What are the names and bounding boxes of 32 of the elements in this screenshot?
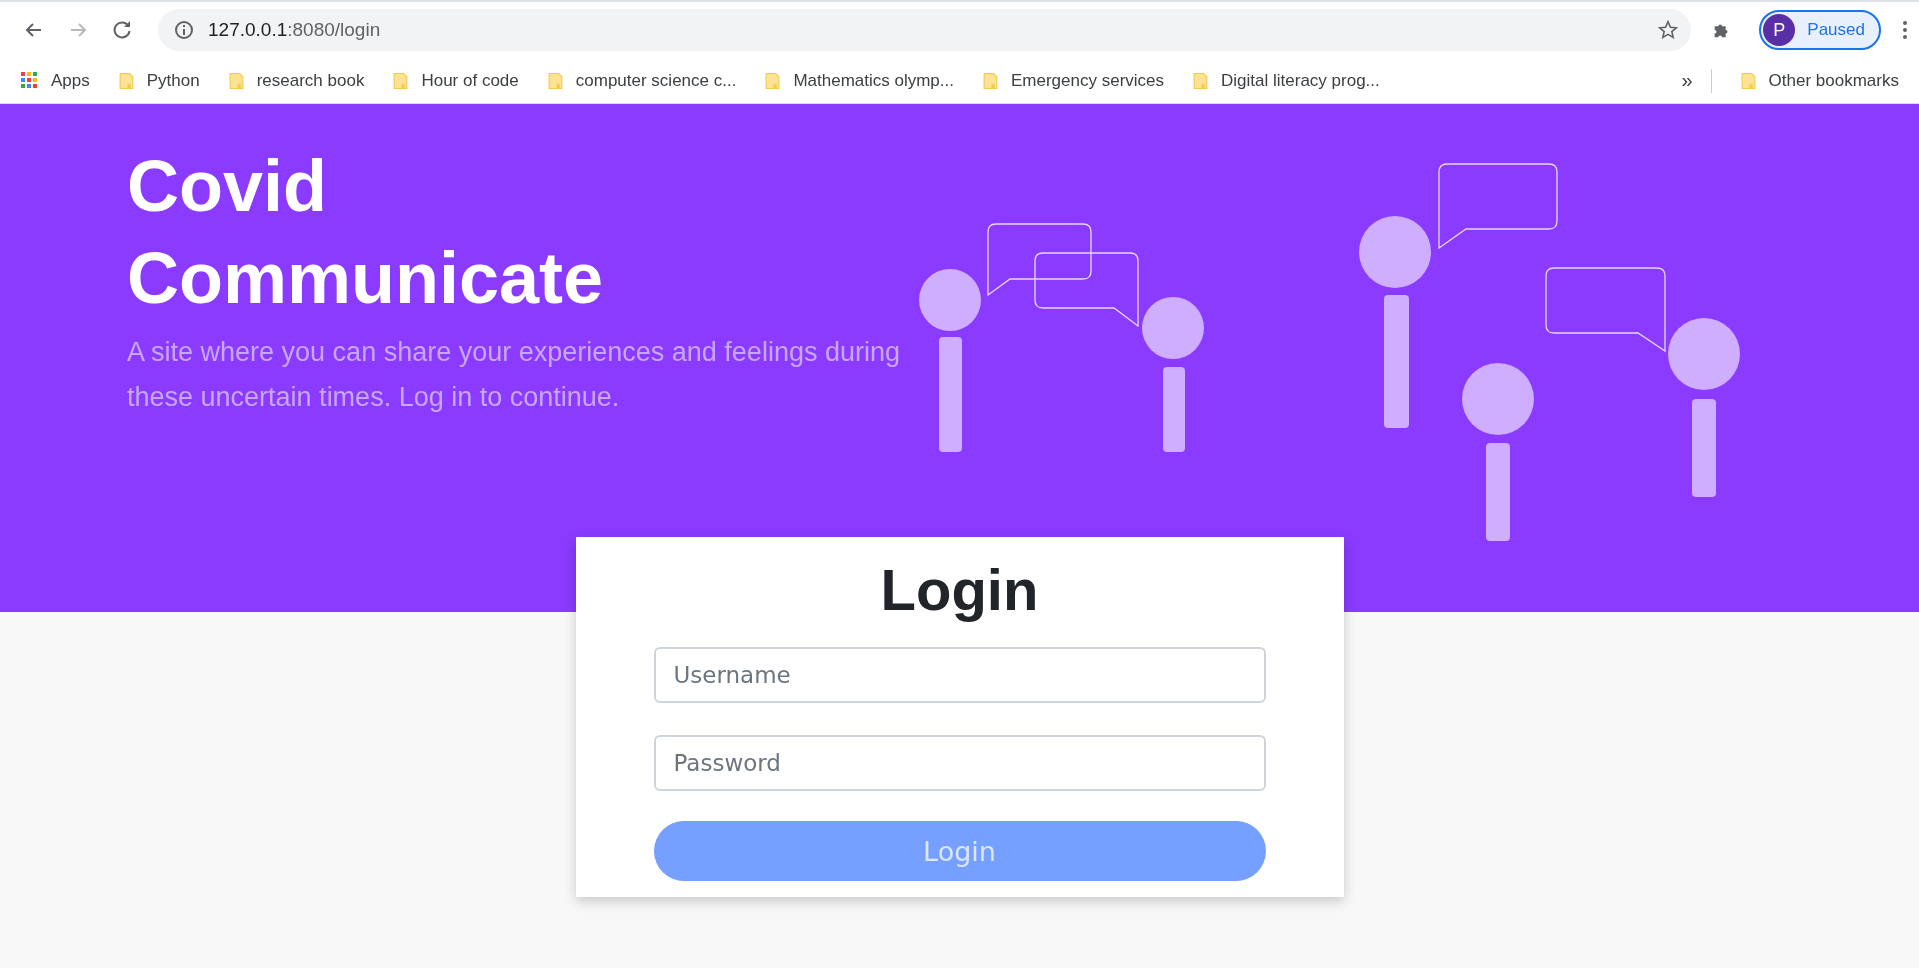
address-bar[interactable]: 127.0.0.1:8080/login (158, 9, 1692, 51)
folder-icon (227, 70, 245, 91)
bookmark-item[interactable]: Emergency services (982, 70, 1165, 91)
folder-icon (1739, 70, 1757, 91)
url-text: 127.0.0.1:8080/login (208, 19, 382, 41)
folder-icon (764, 70, 782, 91)
bookmark-item[interactable]: Other bookmarks (1739, 70, 1899, 91)
apps-grid-icon (20, 71, 39, 90)
bookmark-item[interactable]: Mathematics olymp... (764, 70, 954, 91)
profile-button[interactable]: P Paused (1759, 10, 1881, 50)
bookmark-item[interactable]: research book (227, 70, 365, 91)
folder-icon (1192, 70, 1210, 91)
profile-status: Paused (1807, 20, 1865, 40)
login-heading: Login (880, 556, 1039, 624)
avatar: P (1763, 14, 1796, 46)
folder-icon (392, 70, 410, 91)
folder-icon (117, 70, 135, 91)
bookmark-item[interactable]: Digital literacy prog... (1192, 70, 1380, 91)
folder-icon (546, 70, 564, 91)
bookmark-item[interactable]: Hour of code (392, 70, 519, 91)
bookmark-item[interactable]: Python (117, 70, 200, 91)
bookmark-item[interactable]: Apps (20, 70, 90, 91)
site-description: A site where you can share your experiences and feelings during these uncertain times. Log in to continue. (127, 336, 901, 414)
menu-icon[interactable] (1901, 18, 1909, 42)
input-field[interactable]: Username (653, 647, 1266, 703)
input-field[interactable]: Password (653, 735, 1266, 791)
star-icon[interactable] (1657, 19, 1680, 41)
folder-icon (982, 70, 999, 91)
info-icon (174, 20, 194, 40)
site-title: Covid Communicate (127, 145, 605, 320)
bookmark-item[interactable]: computer science c... (546, 70, 737, 91)
overflow-chevron[interactable]: » (1681, 69, 1693, 92)
